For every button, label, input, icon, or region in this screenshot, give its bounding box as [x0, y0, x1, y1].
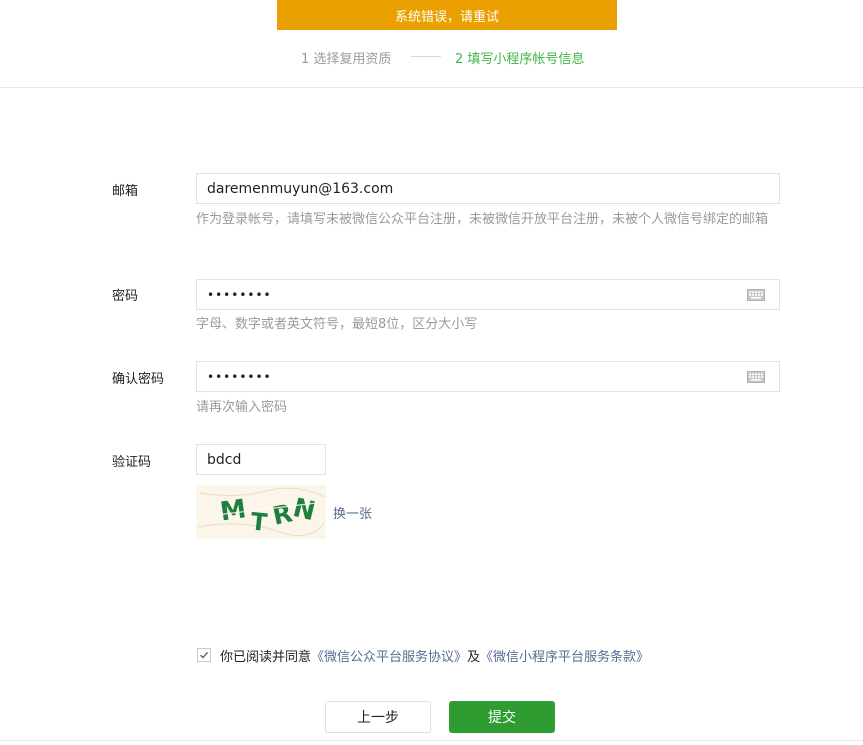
keyboard-icon[interactable] — [747, 371, 765, 383]
captcha-refresh-link[interactable]: 换一张 — [333, 503, 372, 522]
bottom-divider — [0, 740, 863, 741]
confirm-password-input[interactable]: •••••••• — [196, 361, 780, 392]
step-1: 1 选择复用资质 — [301, 52, 392, 67]
svg-text:M: M — [218, 494, 248, 527]
agreement-prefix: 你已阅读并同意 — [220, 649, 312, 665]
service-agreement-link[interactable]: 《微信公众平台服务协议》 — [311, 646, 467, 665]
service-terms-link[interactable]: 《微信小程序平台服务条款》 — [480, 646, 649, 665]
email-input[interactable]: daremenmuyun@163.com — [196, 173, 780, 204]
header-divider — [0, 87, 863, 88]
step-divider — [411, 56, 441, 57]
email-hint: 作为登录帐号，请填写未被微信公众平台注册，未被微信开放平台注册，未被个人微信号绑… — [196, 212, 769, 227]
captcha-input[interactable]: bdcd — [196, 444, 326, 475]
captcha-input-value: bdcd — [207, 451, 242, 468]
password-label: 密码 — [112, 289, 139, 304]
agreement-checkbox[interactable] — [197, 648, 211, 662]
agreement-joiner: 及 — [467, 649, 481, 665]
previous-step-button[interactable]: 上一步 — [325, 701, 431, 733]
step-2-active: 2 填写小程序帐号信息 — [455, 52, 585, 67]
error-banner: 系统错误，请重试 — [277, 0, 617, 30]
email-input-value: daremenmuyun@163.com — [207, 180, 394, 197]
confirm-password-input-value: •••••••• — [207, 369, 272, 384]
agreement-row: 你已阅读并同意 《微信公众平台服务协议》 及 《微信小程序平台服务条款》 — [197, 646, 649, 665]
keyboard-icon[interactable] — [747, 289, 765, 301]
checkmark-icon — [199, 651, 209, 659]
step-indicator: 1 选择复用资质 2 填写小程序帐号信息 — [0, 44, 863, 68]
confirm-password-label: 确认密码 — [112, 372, 165, 387]
error-banner-text: 系统错误，请重试 — [394, 9, 499, 25]
captcha-image[interactable]: M T R N — [196, 485, 326, 539]
password-hint: 字母、数字或者英文符号，最短8位，区分大小写 — [196, 317, 478, 332]
password-input-value: •••••••• — [207, 287, 272, 302]
password-input[interactable]: •••••••• — [196, 279, 780, 310]
email-label: 邮箱 — [112, 184, 139, 199]
captcha-label: 验证码 — [112, 455, 152, 470]
confirm-password-hint: 请再次输入密码 — [196, 400, 288, 415]
submit-button[interactable]: 提交 — [449, 701, 555, 733]
